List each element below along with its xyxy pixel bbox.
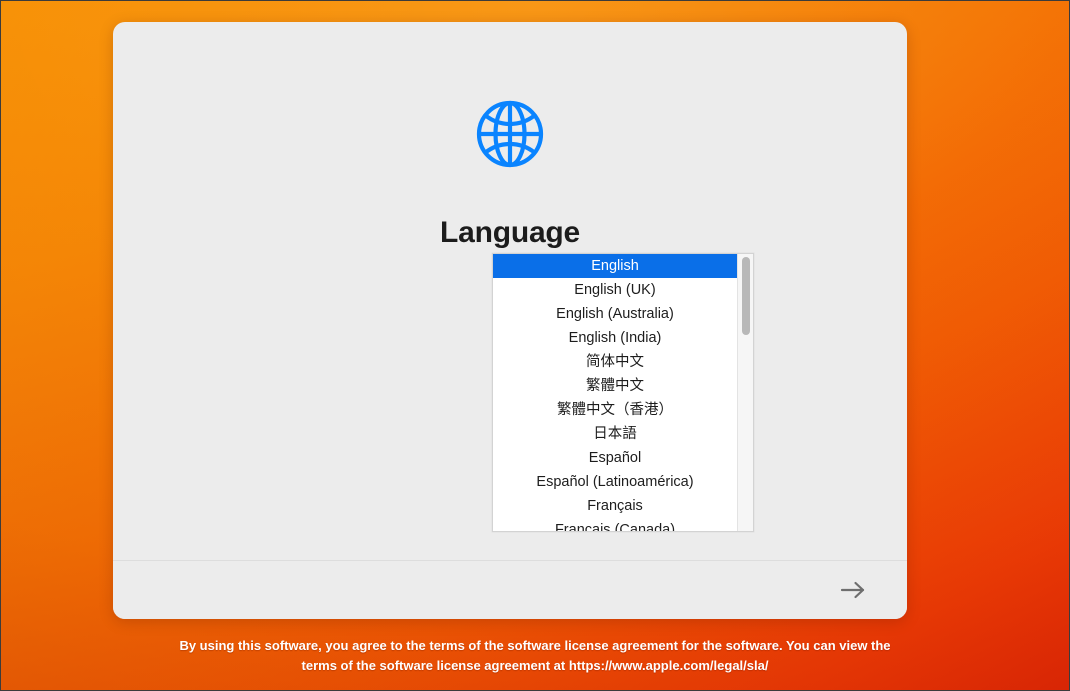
- list-item[interactable]: 繁體中文: [493, 374, 737, 398]
- scrollbar-thumb[interactable]: [742, 257, 750, 335]
- language-list-scroll-area[interactable]: English English (UK) English (Australia)…: [493, 254, 737, 531]
- setup-assistant-screen: Language English English (UK) English (A…: [0, 0, 1070, 691]
- continue-button[interactable]: [833, 573, 873, 607]
- license-agreement-text: By using this software, you agree to the…: [0, 636, 1070, 676]
- list-item[interactable]: 简体中文: [493, 350, 737, 374]
- list-item[interactable]: Español: [493, 446, 737, 470]
- list-item[interactable]: English (UK): [493, 278, 737, 302]
- language-list[interactable]: English English (UK) English (Australia)…: [492, 253, 754, 532]
- arrow-right-icon: [840, 581, 865, 599]
- list-item[interactable]: English (India): [493, 326, 737, 350]
- list-item[interactable]: English: [493, 254, 737, 278]
- globe-icon: [476, 100, 544, 168]
- list-item[interactable]: Français (Canada): [493, 518, 737, 531]
- globe-icon-wrapper: [113, 100, 907, 168]
- language-dialog: Language English English (UK) English (A…: [113, 22, 907, 619]
- list-item[interactable]: Français: [493, 494, 737, 518]
- list-item[interactable]: 日本語: [493, 422, 737, 446]
- language-list-scrollbar[interactable]: [737, 254, 753, 531]
- dialog-body: Language English English (UK) English (A…: [113, 22, 907, 560]
- dialog-footer: [113, 560, 907, 619]
- page-title: Language: [439, 216, 581, 249]
- license-line-1: By using this software, you agree to the…: [179, 638, 891, 653]
- list-item[interactable]: English (Australia): [493, 302, 737, 326]
- list-item[interactable]: Español (Latinoamérica): [493, 470, 737, 494]
- license-line-2: terms of the software license agreement …: [301, 658, 769, 673]
- list-item[interactable]: 繁體中文（香港）: [493, 398, 737, 422]
